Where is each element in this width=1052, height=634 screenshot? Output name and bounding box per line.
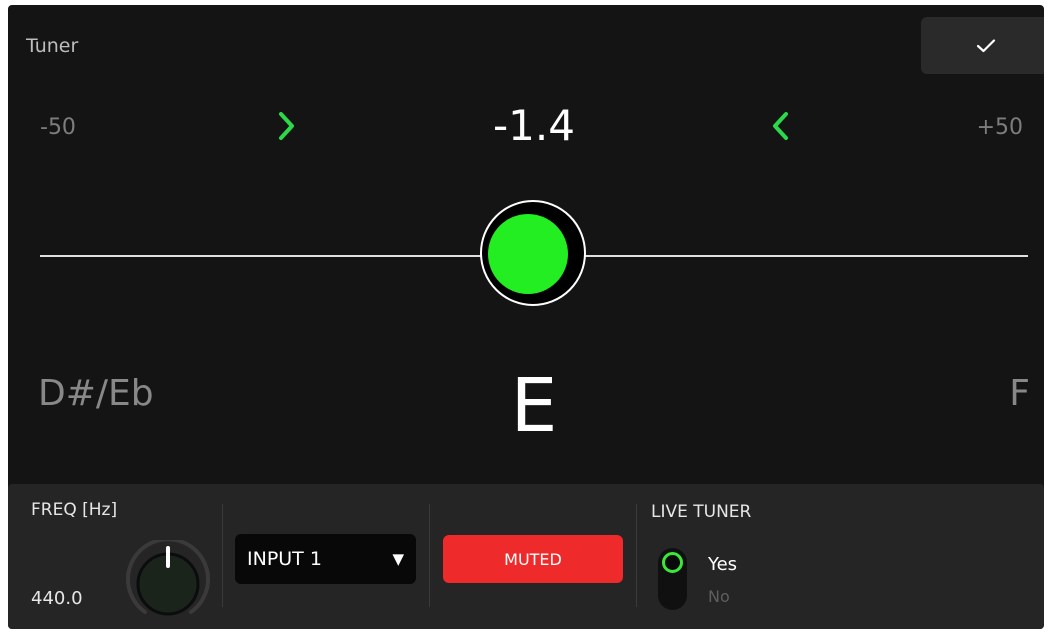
- sharp-neighbor-note: F: [1009, 373, 1030, 414]
- cents-readout: -1.4: [493, 101, 575, 150]
- current-note: E: [510, 363, 558, 449]
- tuning-needle: [480, 200, 586, 306]
- scale-min-label: -50: [40, 115, 76, 140]
- chevron-left-icon: [773, 112, 788, 140]
- confirm-button[interactable]: [921, 17, 1044, 74]
- live-tuner-label: LIVE TUNER: [651, 502, 752, 522]
- freq-value: 440.0: [31, 588, 83, 609]
- chevron-right-icon: [279, 112, 294, 140]
- page-title: Tuner: [26, 35, 79, 57]
- toggle-thumb: [662, 552, 683, 573]
- scale-max-label: +50: [976, 115, 1023, 140]
- live-tuner-no[interactable]: No: [708, 587, 730, 606]
- divider: [636, 504, 637, 607]
- divider: [222, 504, 223, 607]
- divider: [429, 504, 430, 607]
- in-tune-indicator: [488, 214, 568, 294]
- freq-label: FREQ [Hz]: [31, 500, 118, 520]
- freq-knob[interactable]: [125, 537, 211, 616]
- live-tuner-yes[interactable]: Yes: [708, 554, 737, 575]
- flat-neighbor-note: D#/Eb: [38, 373, 154, 414]
- caret-down-icon: ▼: [392, 550, 404, 568]
- input-select-value: INPUT 1: [247, 548, 322, 570]
- live-tuner-toggle[interactable]: [658, 548, 687, 610]
- input-select[interactable]: INPUT 1 ▼: [235, 534, 416, 584]
- controls-bar: FREQ [Hz] 440.0 INPUT 1 ▼ MUTED LIVE TUN…: [8, 484, 1044, 629]
- mute-button[interactable]: MUTED: [443, 535, 623, 583]
- check-icon: [976, 38, 995, 52]
